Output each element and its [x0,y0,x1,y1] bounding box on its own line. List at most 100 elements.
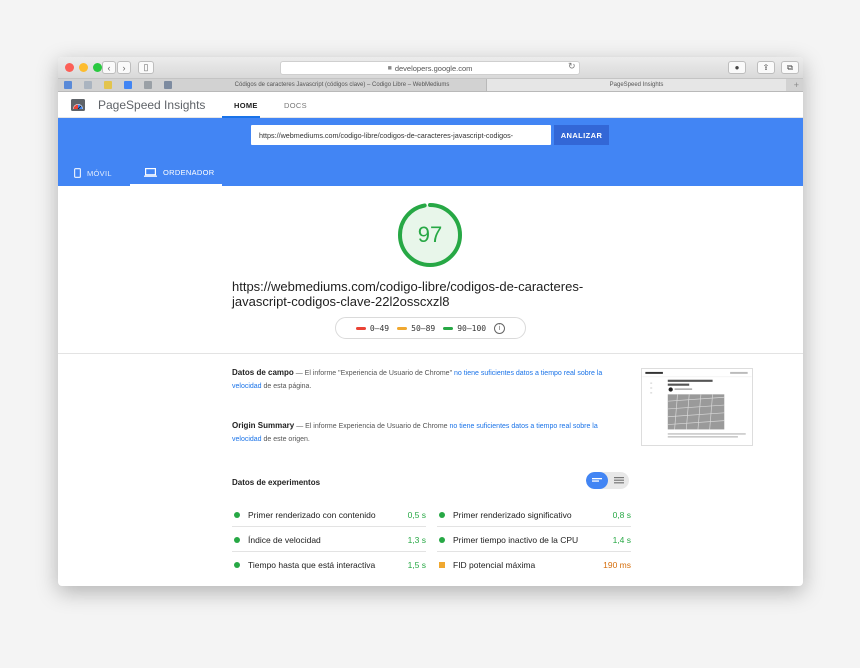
metric-row: Primer renderizado significativo 0,8 s [437,503,631,527]
metric-good-indicator [234,536,240,543]
metric-value: 0,5 s [407,509,426,520]
tabs-icon: ⧉ [787,62,793,72]
legend-item-average: 50–89 [397,324,435,333]
analyzed-url-line-2: javascript-codigos-clave-22l2osscxzl8 [232,294,450,309]
bookmark-document-icon[interactable] [84,81,92,89]
bookmark-mail-icon[interactable] [104,81,112,89]
metric-value: 1,3 s [407,534,426,545]
browser-window: ‹ › ▯ ■ developers.google.com ↻ ● ⇪ ⧉ Có… [58,57,803,586]
bookmark-app-icon[interactable] [164,81,172,89]
metric-value: 1,5 s [407,560,426,570]
reload-icon[interactable]: ↻ [568,61,576,72]
metric-row: Tiempo hasta que está interactiva 1,5 s [232,553,426,577]
legend-item-good: 90–100 [443,324,486,333]
lock-icon: ■ [387,64,392,72]
bookmark-drive-icon[interactable] [124,81,132,89]
back-button[interactable]: ‹ [102,61,116,74]
metric-label: Tiempo hasta que está interactiva [248,560,376,570]
url-input[interactable] [251,125,551,145]
page-screenshot-thumbnail [641,368,753,446]
metric-average-indicator [439,562,445,568]
metric-label: Primer renderizado con contenido [248,509,376,520]
device-tab-desktop-label: ORDENADOR [163,168,215,177]
window-controls [65,63,102,72]
metric-good-indicator [234,562,240,568]
close-window-button[interactable] [65,63,74,72]
browser-tab-webmediums[interactable]: Códigos de caracteres Javascript (código… [200,79,484,91]
view-toggle[interactable] [586,472,629,489]
tab-bar: Códigos de caracteres Javascript (código… [58,79,803,92]
legend-item-poor: 0–49 [355,323,390,333]
score-legend: 0–49 50–89 90–100 i [335,317,526,339]
minimize-window-button[interactable] [79,63,88,72]
lab-data-title: Datos de experimentos [232,478,321,487]
analyze-button[interactable]: ANALIZAR [554,125,609,145]
origin-summary-text: — El informe Experiencia de Usuario de C… [294,423,450,430]
nav-tab-docs[interactable]: DOCS [284,101,307,110]
sidebar-icon: ▯ [143,62,149,72]
origin-summary-section: Origin Summary — El informe Experiencia … [232,419,608,446]
expanded-list-icon [613,477,624,484]
metric-row: Primer tiempo inactivo de la CPU 1,4 s [437,528,631,552]
metric-label: Índice de velocidad [248,534,321,545]
field-data-text-end: de esta página. [261,383,312,390]
browser-tab-pagespeed[interactable]: PageSpeed Insights [486,79,786,91]
bookmark-favicon-icon[interactable] [64,81,72,89]
metric-row: FID potencial máxima 190 ms [437,553,631,577]
analyzed-url: https://webmediums.com/codigo-libre/codi… [232,279,632,309]
nav-tab-home[interactable]: HOME [234,101,258,110]
legend-good-marker [443,326,454,330]
download-icon: ● [734,63,740,72]
metric-good-indicator [439,536,445,543]
device-tab-desktop[interactable]: ORDENADOR [144,168,214,177]
pagespeed-logo-icon [71,99,85,111]
forward-button[interactable]: › [117,61,131,74]
metric-row: Índice de velocidad 1,3 s [232,528,426,552]
metric-label: Primer tiempo inactivo de la CPU [453,534,579,545]
mobile-icon [74,168,81,178]
sidebar-button[interactable]: ▯ [138,61,154,74]
bookmark-print-icon[interactable] [144,81,152,89]
tabs-overview-button[interactable]: ⧉ [781,61,799,74]
metric-label: Primer renderizado significativo [453,509,572,520]
share-icon: ⇪ [762,63,770,72]
downloads-button[interactable]: ● [728,61,746,74]
address-text: developers.google.com [394,63,473,73]
app-title: PageSpeed Insights [98,98,206,112]
chevron-left-icon: ‹ [107,62,111,73]
origin-summary-title: Origin Summary [232,421,295,430]
new-tab-button[interactable]: + [794,79,799,91]
analyzed-url-line-1: https://webmediums.com/codigo-libre/codi… [232,279,584,294]
legend-average-marker [397,326,408,330]
chevron-right-icon: › [122,62,126,73]
device-tab-mobile-label: MÓVIL [87,168,112,178]
field-data-section: Datos de campo — El informe "Experiencia… [232,366,608,393]
metric-good-indicator [234,511,240,518]
address-bar[interactable]: ■ developers.google.com [280,61,580,75]
field-data-title: Datos de campo [232,368,294,377]
metric-value: 1,4 s [612,534,631,545]
field-data-text: — El informe "Experiencia de Usuario de … [293,370,455,377]
browser-titlebar: ‹ › ▯ ■ developers.google.com ↻ ● ⇪ ⧉ [58,57,803,79]
score-section: 97 https://webmediums.com/codigo-libre/c… [58,186,803,354]
metric-value: 190 ms [603,560,631,570]
legend-average-label: 50–89 [411,323,436,333]
compact-list-icon [592,477,602,482]
legend-poor-marker [355,326,366,330]
legend-poor-label: 0–49 [369,323,390,333]
zoom-window-button[interactable] [93,63,102,72]
legend-good-label: 90–100 [457,323,487,333]
performance-score: 97 [417,222,443,247]
summary-view-button[interactable] [586,472,608,489]
metric-label: FID potencial máxima [453,560,536,570]
origin-summary-text-end: de este origen. [261,436,310,443]
info-icon[interactable]: i [494,322,506,334]
metric-value: 0,8 s [612,509,631,520]
desktop-icon [144,168,157,177]
device-tab-mobile[interactable]: MÓVIL [74,168,112,178]
metric-good-indicator [439,511,445,518]
psi-header: PageSpeed Insights HOME DOCS [58,92,803,118]
metric-row: Primer renderizado con contenido 0,5 s [232,503,426,527]
detailed-view-button[interactable] [608,472,629,489]
share-button[interactable]: ⇪ [757,61,775,74]
